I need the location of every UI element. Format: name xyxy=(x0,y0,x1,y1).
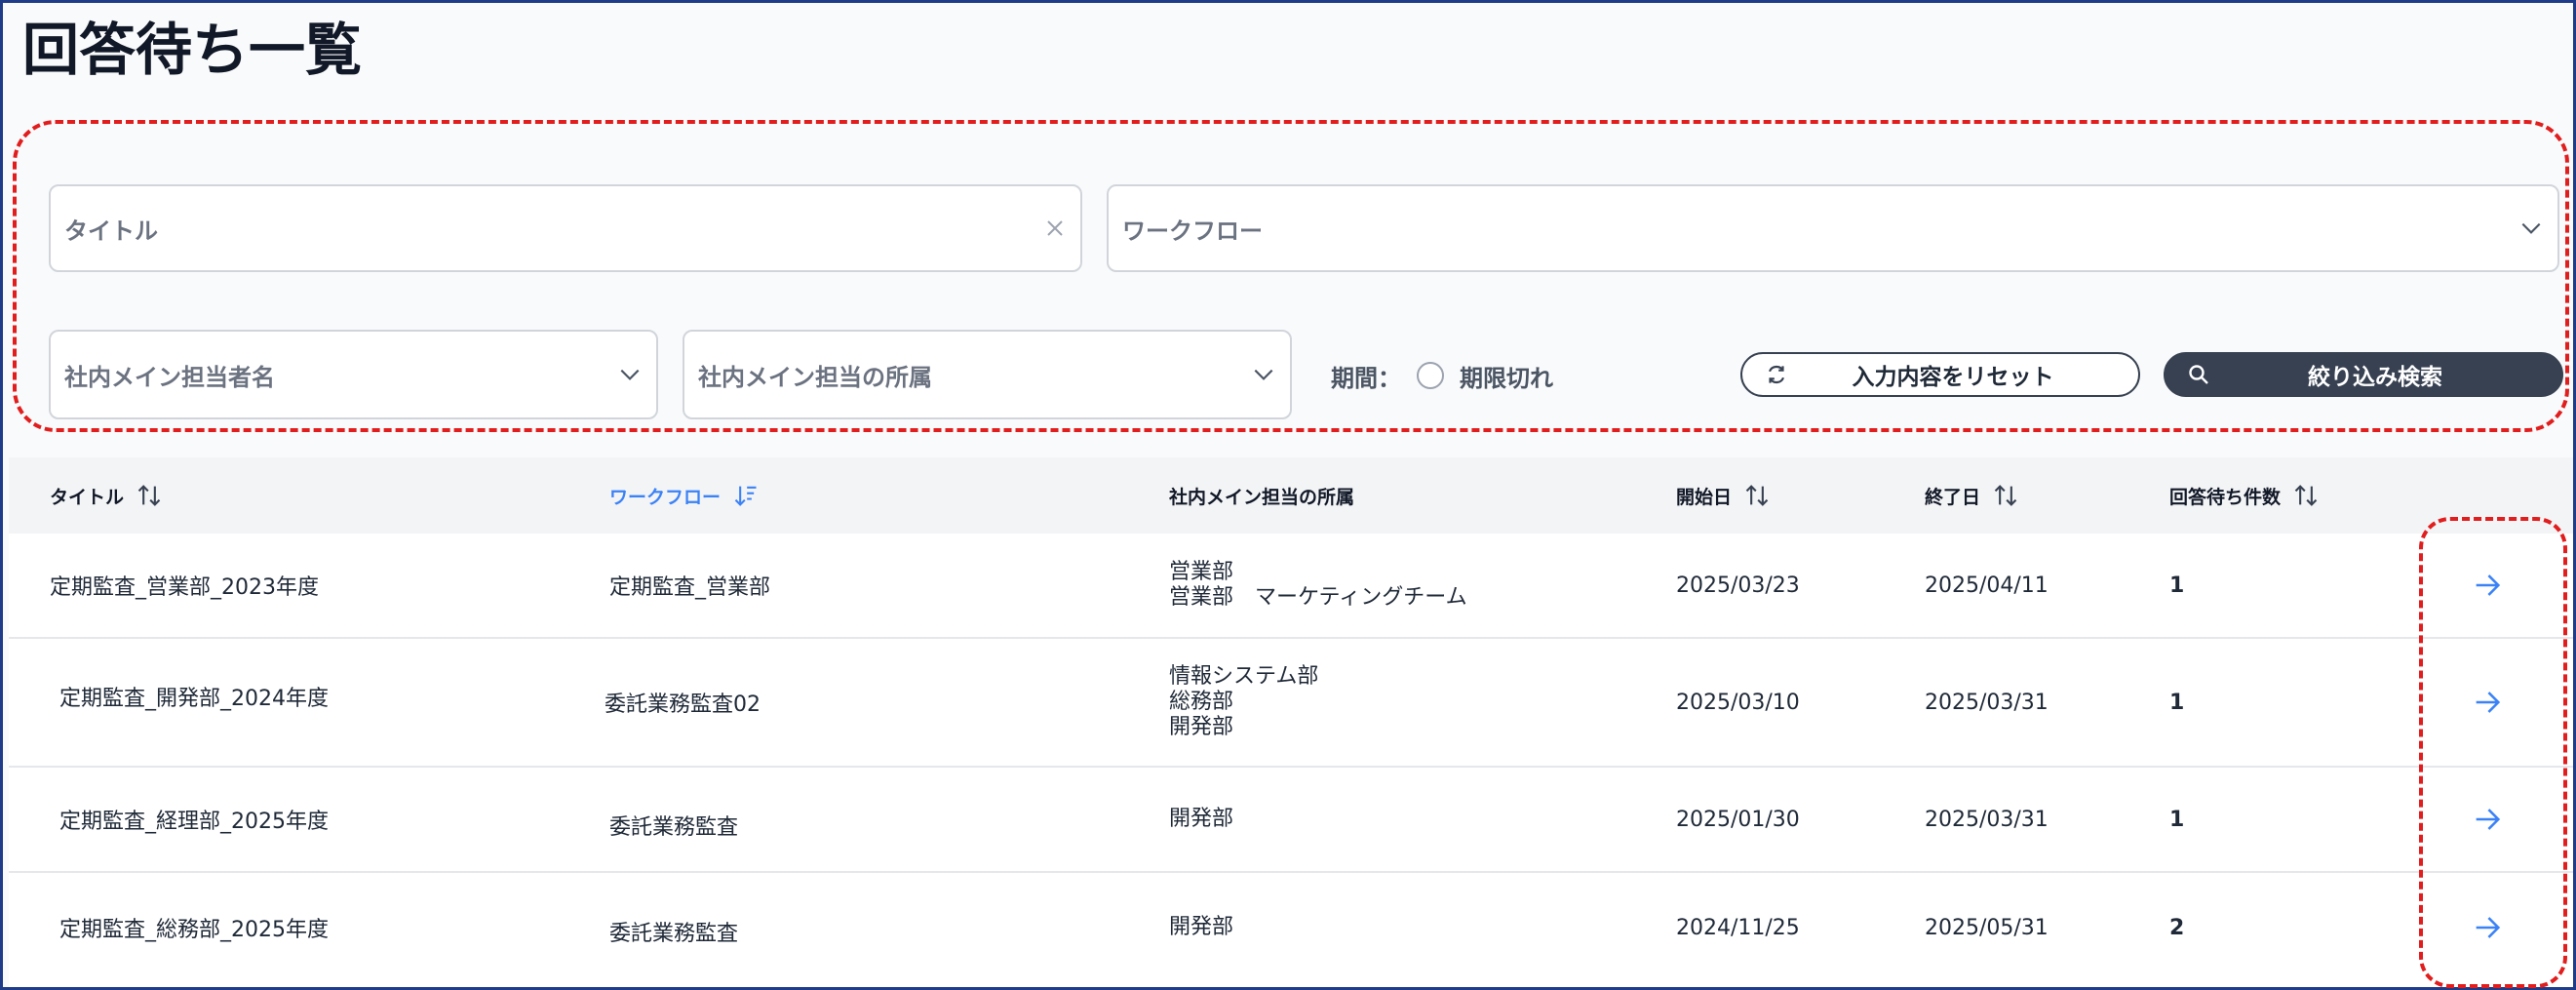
sort-icon[interactable] xyxy=(1743,482,1771,509)
arrow-right-icon[interactable] xyxy=(2458,639,2517,766)
row-end: 2025/03/31 xyxy=(1925,807,2049,832)
period-label: 期間： xyxy=(1331,364,1401,392)
header-end-label: 終了日 xyxy=(1925,486,1981,508)
chevron-down-icon xyxy=(1251,362,1276,387)
header-dept: 社内メイン担当の所属 xyxy=(1169,457,1354,534)
window-frame: 回答待ち一覧 タイトル ワークフロー 社内メイン担当者名 社内メイン担当の所属 … xyxy=(0,0,2576,990)
header-end[interactable]: 終了日 xyxy=(1925,457,2019,534)
arrow-right-icon[interactable] xyxy=(2458,534,2517,637)
row-dept: 営業部 営業部 マーケティングチーム xyxy=(1169,534,1467,637)
workflow-filter-select[interactable]: ワークフロー xyxy=(1107,184,2559,272)
table-row[interactable]: 定期監査_開発部_2024年度 委託業務監査02 情報システム部 総務部 開発部… xyxy=(9,639,2573,768)
dept-line: 営業部 xyxy=(1169,560,1234,584)
header-start-label: 開始日 xyxy=(1676,486,1733,508)
dept-line: 開発部 xyxy=(1169,915,1234,939)
table-row[interactable]: 定期監査_営業部_2023年度 定期監査_営業部 営業部 営業部 マーケティング… xyxy=(9,534,2573,639)
dept-line: 情報システム部 xyxy=(1169,664,1319,689)
header-count[interactable]: 回答待ち件数 xyxy=(2169,457,2320,534)
row-workflow: 定期監査_営業部 xyxy=(609,575,771,600)
sort-icon[interactable] xyxy=(2292,482,2320,509)
row-count: 1 xyxy=(2169,573,2185,598)
expired-label: 期限切れ xyxy=(1460,364,1553,392)
row-title: 定期監査_総務部_2025年度 xyxy=(59,918,329,942)
row-dept: 情報システム部 総務部 開発部 xyxy=(1169,639,1318,766)
row-count: 1 xyxy=(2169,807,2185,832)
header-title-label: タイトル xyxy=(50,486,125,508)
search-button[interactable]: 絞り込み検索 xyxy=(2164,352,2563,397)
refresh-icon xyxy=(1764,362,1789,387)
results-table: タイトル ワークフロー 社内メイン担当の所属 開始日 終了日 回答待ち件数 定期… xyxy=(9,457,2573,987)
dept-filter-select[interactable]: 社内メイン担当の所属 xyxy=(683,330,1292,419)
reset-button[interactable]: 入力内容をリセット xyxy=(1740,352,2140,397)
arrow-right-icon[interactable] xyxy=(2458,768,2517,871)
row-workflow: 委託業務監査 xyxy=(609,922,739,946)
row-dept: 開発部 xyxy=(1169,768,1233,871)
row-start: 2024/11/25 xyxy=(1676,915,1800,940)
row-workflow: 委託業務監査02 xyxy=(605,693,761,717)
row-count: 2 xyxy=(2169,915,2185,940)
close-icon[interactable] xyxy=(1043,217,1067,240)
row-start: 2025/03/10 xyxy=(1676,690,1800,715)
row-start: 2025/01/30 xyxy=(1676,807,1800,832)
table-row[interactable]: 定期監査_経理部_2025年度 委託業務監査 開発部 2025/01/30 20… xyxy=(9,768,2573,873)
row-end: 2025/03/31 xyxy=(1925,690,2049,715)
row-title: 定期監査_営業部_2023年度 xyxy=(50,575,319,600)
header-count-label: 回答待ち件数 xyxy=(2169,486,2282,508)
dept-line: 開発部 xyxy=(1169,807,1234,831)
sort-icon[interactable] xyxy=(136,482,163,509)
search-button-label: 絞り込み検索 xyxy=(2308,365,2442,390)
row-start: 2025/03/23 xyxy=(1676,573,1800,598)
header-title[interactable]: タイトル xyxy=(50,457,163,534)
dept-filter-placeholder: 社内メイン担当の所属 xyxy=(698,363,932,391)
dept-line: 総務部 xyxy=(1169,690,1234,714)
header-start[interactable]: 開始日 xyxy=(1676,457,1771,534)
header-workflow-label: ワークフロー xyxy=(609,486,722,508)
page-title: 回答待ち一覧 xyxy=(22,17,363,83)
row-title: 定期監査_開発部_2024年度 xyxy=(59,686,329,711)
header-workflow[interactable]: ワークフロー xyxy=(609,457,760,534)
row-title: 定期監査_経理部_2025年度 xyxy=(59,810,329,834)
expired-radio[interactable] xyxy=(1417,362,1444,389)
workflow-filter-placeholder: ワークフロー xyxy=(1122,217,1263,245)
chevron-down-icon xyxy=(617,362,643,387)
table-row[interactable]: 定期監査_総務部_2025年度 委託業務監査 開発部 2024/11/25 20… xyxy=(9,873,2573,982)
row-dept: 開発部 xyxy=(1169,873,1233,982)
row-count: 1 xyxy=(2169,690,2185,715)
dept-line: 営業部 マーケティングチーム xyxy=(1169,585,1467,610)
row-end: 2025/05/31 xyxy=(1925,915,2049,940)
title-filter-input[interactable]: タイトル xyxy=(49,184,1082,272)
owner-filter-select[interactable]: 社内メイン担当者名 xyxy=(49,330,658,419)
dept-line: 開発部 xyxy=(1169,715,1234,739)
arrow-right-icon[interactable] xyxy=(2458,873,2517,982)
header-dept-label: 社内メイン担当の所属 xyxy=(1169,486,1355,508)
chevron-down-icon xyxy=(2518,216,2544,241)
period-filter: 期間： 期限切れ xyxy=(1331,354,1553,397)
table-header: タイトル ワークフロー 社内メイン担当の所属 開始日 終了日 回答待ち件数 xyxy=(9,457,2573,535)
sort-desc-icon[interactable] xyxy=(732,482,760,509)
owner-filter-placeholder: 社内メイン担当者名 xyxy=(64,363,275,391)
title-filter-placeholder: タイトル xyxy=(64,217,158,245)
row-workflow: 委託業務監査 xyxy=(609,815,739,840)
search-icon xyxy=(2187,363,2210,386)
sort-icon[interactable] xyxy=(1992,482,2019,509)
reset-button-label: 入力内容をリセット xyxy=(1852,365,2054,390)
row-end: 2025/04/11 xyxy=(1925,573,2049,598)
